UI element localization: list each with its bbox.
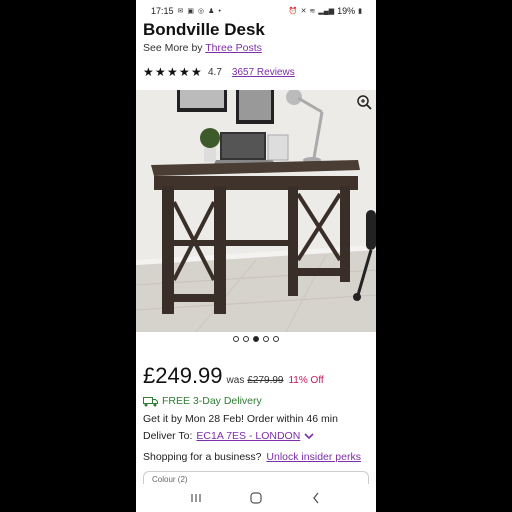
discount-badge: 11% Off — [288, 375, 324, 386]
carousel-dot[interactable] — [243, 336, 249, 342]
chevron-down-icon[interactable] — [304, 432, 314, 440]
desk-photo — [136, 90, 376, 332]
product-image[interactable] — [136, 90, 376, 332]
signal-icon: ▂▄▆ — [318, 8, 335, 15]
alarm-icon: ⏰ — [288, 8, 298, 15]
back-icon — [313, 492, 319, 504]
carousel-dot[interactable] — [233, 336, 239, 342]
rating-value: 4.7 — [208, 67, 222, 78]
free-delivery-row: FREE 3-Day Delivery — [143, 395, 262, 407]
star-icon: ★ — [179, 65, 190, 79]
home-button[interactable] — [248, 490, 264, 506]
home-icon — [250, 492, 262, 504]
battery-icon: ▮ — [358, 8, 362, 15]
back-button[interactable] — [308, 490, 324, 506]
carousel-indicator — [136, 336, 376, 342]
free-delivery-text: FREE 3-Day Delivery — [162, 395, 262, 407]
battery-percent: 19% — [337, 6, 356, 16]
phone-screen: 17:15 ✉ ▣ ◎ ♟ • ⏰ ✕ ≋ ▂▄▆ 19% ▮ Bondvill… — [136, 0, 376, 512]
postcode-link[interactable]: EC1A 7ES - LONDON — [196, 430, 300, 442]
price: £249.99 — [143, 363, 223, 388]
recent-apps-icon — [191, 494, 201, 502]
mute-icon: ✕ — [300, 8, 307, 15]
was-label: was — [226, 375, 245, 386]
reviews-link[interactable]: 3657 Reviews — [232, 67, 295, 78]
status-bar: 17:15 ✉ ▣ ◎ ♟ • ⏰ ✕ ≋ ▂▄▆ 19% ▮ — [136, 0, 376, 22]
brand-link[interactable]: Three Posts — [205, 42, 262, 54]
product-title: Bondville Desk — [143, 20, 265, 39]
whatsapp-icon: ◎ — [198, 8, 205, 15]
deliver-to-row: Deliver To: EC1A 7ES - LONDON — [143, 430, 314, 442]
was-price: £279.99 — [247, 375, 284, 386]
mail-icon: ✉ — [177, 8, 184, 15]
volte-icon: ≋ — [309, 8, 316, 15]
star-icon: ★ — [191, 65, 202, 79]
image-icon: ▣ — [187, 8, 195, 15]
colour-selector[interactable]: Colour (2) — [143, 471, 369, 485]
delivery-estimate: Get it by Mon 28 Feb! Order within 46 mi… — [143, 413, 338, 425]
star-icon: ★ — [143, 65, 154, 79]
business-prompt: Shopping for a business? — [143, 451, 262, 463]
see-more-line: See More by Three Posts — [143, 42, 262, 54]
carousel-dot-active[interactable] — [253, 336, 259, 342]
truck-icon — [143, 396, 158, 406]
price-row: £249.99 was £279.99 11% Off — [143, 363, 324, 389]
snapchat-icon: ♟ — [208, 8, 215, 15]
zoom-icon[interactable] — [356, 94, 372, 110]
deliver-to-label: Deliver To: — [143, 430, 193, 442]
see-more-label: See More by — [143, 42, 203, 54]
android-nav-bar — [136, 484, 376, 512]
star-icon: ★ — [167, 65, 178, 79]
rating-row[interactable]: ★ ★ ★ ★ ★ 4.7 3657 Reviews — [143, 65, 295, 79]
recent-apps-button[interactable] — [188, 490, 204, 506]
insider-perks-link[interactable]: Unlock insider perks — [266, 451, 361, 463]
star-icon: ★ — [155, 65, 166, 79]
star-rating: ★ ★ ★ ★ ★ — [143, 65, 202, 79]
carousel-dot[interactable] — [273, 336, 279, 342]
carousel-dot[interactable] — [263, 336, 269, 342]
colour-label: Colour (2) — [152, 475, 188, 484]
dot-icon: • — [218, 7, 221, 15]
status-time: 17:15 — [151, 6, 174, 16]
business-row: Shopping for a business? Unlock insider … — [143, 451, 361, 463]
